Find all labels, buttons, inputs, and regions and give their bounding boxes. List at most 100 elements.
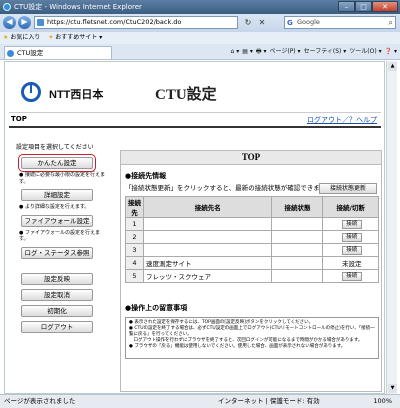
address-buttons: ↻ ✕ [242, 16, 268, 29]
brand-name: NTT西日本 [49, 89, 104, 101]
notes-title: ●操作上の留意事項 [125, 304, 188, 312]
table-row: 1 接続 [125, 217, 379, 231]
row-state [271, 217, 324, 231]
table-row: 5 フレッツ・スクウェア 接続 [125, 269, 379, 283]
suggested-label: おすすめサイト ▾ [55, 34, 103, 41]
row-state [271, 230, 324, 244]
row-number: 5 [125, 269, 144, 283]
apply-button[interactable]: 設定反映 [21, 272, 93, 285]
notes-box: ● 表示された設定を保存するには、TOP画面の[設定反映]ボタンをクリックしてく… [125, 317, 379, 359]
col-header: 接続/切断 [322, 196, 379, 218]
status-text: ページが表示されました [4, 397, 76, 405]
zone-text: インターネット | 保護モード: 有効 [218, 397, 320, 405]
row-action-unset: 未設定 [322, 256, 379, 270]
main-panel: TOP ●接続先情報 「接続状態更新」をクリックすると、最新の接続状態が確認でき… [120, 150, 382, 392]
star-icon: ★ [3, 34, 9, 41]
cancel-settings-button[interactable]: 設定取消 [21, 288, 93, 301]
scroll-down-icon[interactable]: ▼ [388, 384, 397, 393]
connect-button[interactable]: 接続 [341, 246, 362, 255]
breadcrumb: TOP ログアウト／？ヘルプ [9, 113, 381, 128]
row-name: フレッツ・スクウェア [142, 269, 273, 283]
favorites-button[interactable]: ★ お気に入り [3, 32, 40, 44]
panel-header: TOP [121, 151, 381, 165]
safety-menu[interactable]: セーフティ(S) ▾ [304, 47, 347, 57]
google-icon: G [287, 19, 293, 27]
close-button[interactable]: ✕ [372, 1, 398, 12]
table-row: 2 接続 [125, 230, 379, 244]
window-title: CTU設定 - Windows Internet Explorer [14, 3, 142, 11]
row-action: 接続 [322, 230, 379, 244]
side-hint: 設定項目を選択してください [16, 144, 94, 151]
logout-help-links[interactable]: ログアウト／？ヘルプ [307, 115, 377, 125]
row-number: 4 [125, 256, 144, 270]
stop-button[interactable]: ✕ [256, 16, 268, 29]
row-state [271, 269, 324, 283]
row-state [271, 256, 324, 270]
status-bar: ページが表示されました インターネット | 保護モード: 有効 100% [0, 394, 400, 408]
detail-setup-button[interactable]: 詳細設定 [21, 189, 93, 201]
maximize-button[interactable]: □ [355, 1, 372, 12]
ie-icon [3, 3, 11, 11]
page-icon [7, 50, 14, 57]
minimize-button[interactable]: – [338, 1, 355, 12]
print-button[interactable]: 🖶 ▾ [256, 47, 267, 57]
back-button[interactable]: ◀ [3, 16, 16, 29]
window-titlebar: CTU設定 - Windows Internet Explorer – □ ✕ [0, 0, 400, 14]
search-input[interactable]: G Google ⌕ [284, 16, 396, 29]
help-menu[interactable]: ❓ ▾ [385, 47, 397, 57]
row-action: 接続 [322, 269, 379, 283]
favorites-label: お気に入り [10, 34, 41, 41]
tools-menu[interactable]: ツール(O) ▾ [349, 47, 381, 57]
search-provider: Google [297, 18, 320, 26]
refresh-status-button[interactable]: 接続状態更新 [319, 183, 377, 194]
web-page: NTT西日本 CTU設定 TOP ログアウト／？ヘルプ 設定項目を選択してくださ… [4, 61, 385, 394]
scroll-up-icon[interactable]: ▲ [388, 62, 397, 71]
connection-table: 接続先 接続先名 接続状態 接続/切断 1 接続 2 接続 3 接続 4 速度測… [125, 196, 379, 283]
feeds-button[interactable]: ▤ ▾ [242, 47, 253, 57]
page-menu[interactable]: ページ(P) ▾ [269, 47, 300, 57]
firewall-button[interactable]: ファイアウォール設定 [21, 214, 93, 227]
row-name [142, 230, 273, 244]
url-text: https://ctu.fletsnet.com/CtuC202/back.do [47, 18, 182, 26]
connect-button[interactable]: 接続 [341, 233, 362, 242]
logout-button[interactable]: ログアウト [21, 320, 93, 333]
col-header: 接続先名 [142, 196, 273, 218]
tab-ctu[interactable]: CTU設定 [4, 46, 112, 59]
page-title: CTU設定 [155, 87, 217, 103]
connect-button[interactable]: 接続 [341, 220, 362, 229]
table-row: 3 接続 [125, 243, 379, 257]
zoom-level[interactable]: 100% [373, 395, 392, 408]
ntt-logo-icon [21, 82, 41, 102]
tab-bar: CTU設定 ⌂ ▾ ▤ ▾ 🖶 ▾ ページ(P) ▾ セーフティ(S) ▾ ツー… [0, 44, 400, 60]
log-status-button[interactable]: ログ・ステータス参照 [21, 246, 93, 259]
suggested-icon: ✦ [48, 34, 54, 41]
row-action: 接続 [322, 217, 379, 231]
side-menu: 設定項目を選択してください かんたん設定 ● 接続に必要な最小限の設定を行えます… [13, 142, 105, 333]
detail-note: ● より詳細な設定を行えます。 [19, 204, 90, 210]
url-field[interactable]: https://ctu.fletsnet.com/CtuC202/back.do [34, 16, 238, 29]
home-button[interactable]: ⌂ ▾ [231, 47, 240, 57]
row-number: 2 [125, 230, 144, 244]
row-action: 接続 [322, 243, 379, 257]
command-bar: ⌂ ▾ ▤ ▾ 🖶 ▾ ページ(P) ▾ セーフティ(S) ▾ ツール(O) ▾… [231, 47, 397, 57]
tab-label: CTU設定 [17, 49, 44, 57]
address-bar: ◀ ▶ https://ctu.fletsnet.com/CtuC202/bac… [0, 14, 400, 32]
easy-setup-button[interactable]: かんたん設定 [18, 154, 96, 172]
search-icon[interactable]: ⌕ [389, 17, 393, 28]
window-buttons: – □ ✕ [338, 1, 398, 13]
refresh-button[interactable]: ↻ [242, 16, 254, 29]
connect-button[interactable]: 接続 [341, 272, 362, 281]
col-header: 接続先 [125, 196, 144, 218]
initialize-button[interactable]: 初期化 [21, 304, 93, 317]
page-header: NTT西日本 CTU設定 [9, 70, 381, 113]
col-header: 接続状態 [271, 196, 324, 218]
favorites-bar: ★ お気に入り ✦ おすすめサイト ▾ [0, 32, 400, 44]
table-row: 4 速度測定サイト 未設定 [125, 256, 379, 270]
row-state [271, 243, 324, 257]
forward-button[interactable]: ▶ [18, 16, 31, 29]
row-name [142, 217, 273, 231]
suggested-sites-button[interactable]: ✦ おすすめサイト ▾ [48, 32, 102, 44]
breadcrumb-page: TOP [11, 115, 27, 123]
scrollbar[interactable]: ▲ ▼ [386, 61, 397, 394]
easy-note: ● 接続に必要な最小限の設定を行えます。 [19, 172, 105, 185]
